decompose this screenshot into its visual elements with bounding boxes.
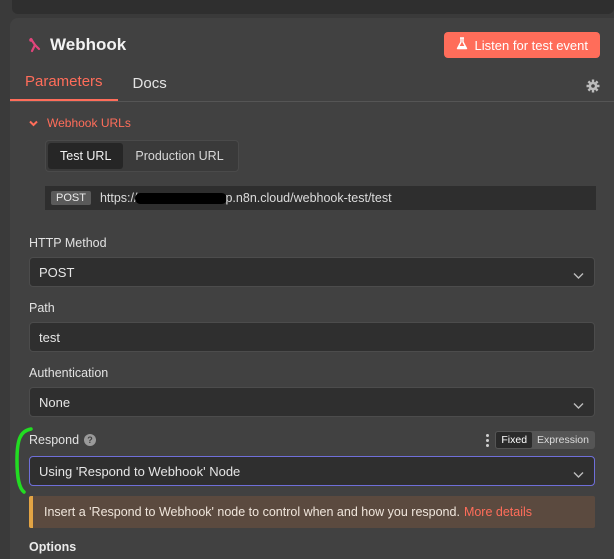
chevron-down-icon [29, 116, 38, 130]
webhook-url-display[interactable]: POST https:// p.n8n.cloud/webhook-test/t… [45, 186, 596, 210]
test-url-tab[interactable]: Test URL [48, 143, 124, 169]
expression-option[interactable]: Expression [532, 432, 594, 448]
url-prefix: https:// [99, 191, 138, 205]
help-icon[interactable]: ? [84, 434, 97, 446]
more-details-link[interactable]: More details [464, 505, 532, 519]
webhook-urls-toggle[interactable]: Webhook URLs [29, 116, 595, 130]
node-title: Webhook [50, 35, 127, 54]
respond-label: Respond [29, 433, 80, 447]
tab-docs[interactable]: Docs [118, 75, 182, 101]
chevron-down-icon [573, 268, 584, 279]
listen-label: Listen for test event [474, 37, 588, 53]
chevron-down-icon [573, 467, 584, 478]
authentication-value: None [39, 394, 71, 410]
respond-select[interactable]: Using 'Respond to Webhook' Node [29, 456, 595, 486]
listen-for-test-event-button[interactable]: Listen for test event [443, 32, 600, 58]
panel-header: Webhook Listen for test event [10, 18, 614, 72]
tab-parameters[interactable]: Parameters [10, 73, 118, 101]
chevron-down-icon [573, 398, 584, 409]
url-type-switch: Test URL Production URL [45, 140, 239, 172]
flask-icon [456, 37, 468, 53]
respond-value: Using 'Respond to Webhook' Node [39, 463, 241, 479]
authentication-select[interactable]: None [29, 387, 595, 417]
respond-notice: Insert a 'Respond to Webhook' node to co… [29, 496, 595, 528]
path-input[interactable]: test [29, 322, 595, 352]
respond-header: Respond ? Fixed Expression [29, 431, 595, 449]
method-badge: POST [51, 191, 91, 205]
path-label: Path [29, 301, 55, 315]
parameters-content: Webhook URLs Test URL Production URL POS… [10, 116, 614, 554]
notice-text: Insert a 'Respond to Webhook' node to co… [44, 505, 460, 519]
respond-controls: Fixed Expression [486, 431, 595, 449]
node-panel: Webhook Listen for test event Parameters… [10, 18, 614, 559]
redaction-mark [135, 192, 228, 204]
production-url-tab[interactable]: Production URL [123, 143, 235, 169]
tab-bar: Parameters Docs [10, 72, 614, 102]
path-value: test [39, 329, 60, 345]
options-label: Options [29, 540, 77, 554]
more-options-icon[interactable] [486, 433, 490, 447]
fixed-expression-toggle: Fixed Expression [495, 431, 595, 449]
webhook-urls-label: Webhook URLs [47, 116, 131, 130]
background-bar [12, 0, 614, 14]
url-suffix: p.n8n.cloud/webhook-test/test [225, 191, 392, 205]
http-method-value: POST [39, 264, 75, 280]
gear-icon[interactable] [586, 79, 600, 93]
http-method-select[interactable]: POST [29, 257, 595, 287]
webhook-icon [26, 37, 42, 53]
authentication-label: Authentication [29, 366, 109, 380]
http-method-label: HTTP Method [29, 236, 107, 250]
fixed-option[interactable]: Fixed [496, 432, 533, 448]
